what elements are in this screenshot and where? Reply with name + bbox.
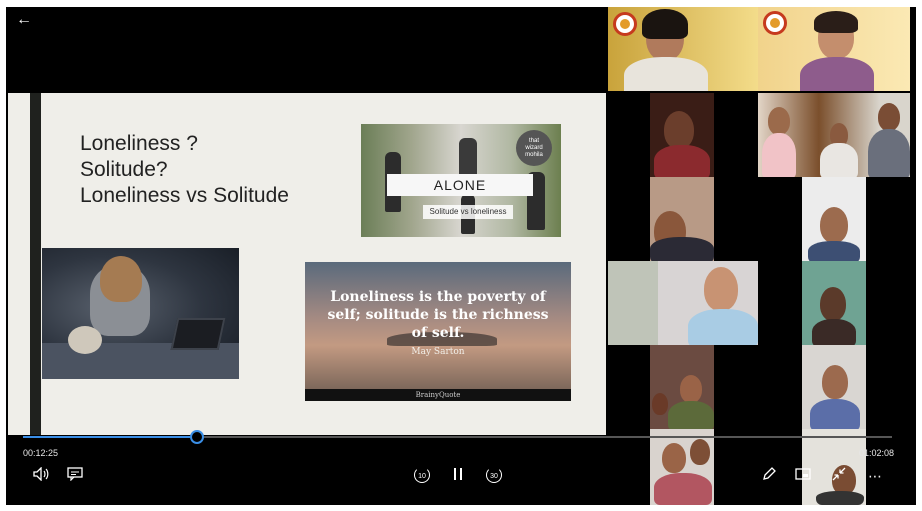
pause-icon [452, 468, 464, 484]
quote-author: May Sarton [411, 347, 465, 357]
more-button[interactable]: ⋯ [864, 466, 886, 486]
seek-bar[interactable] [23, 430, 892, 444]
logo-icon [613, 12, 637, 36]
participant-tile[interactable] [758, 93, 910, 177]
back-button[interactable]: ← [14, 10, 34, 30]
alone-collage-image: that wizard mohila ALONE Solitude vs lon… [361, 124, 561, 237]
exit-fullscreen-icon [831, 467, 847, 485]
alone-caption: ALONE [387, 174, 533, 196]
slide-accent-bar [30, 93, 41, 435]
quote-source: BrainyQuote [305, 389, 571, 401]
total-duration: 01:02:08 [858, 448, 894, 458]
participant-tile[interactable] [658, 261, 758, 345]
arrow-left-icon: ← [16, 11, 32, 28]
participant-tile[interactable] [650, 429, 714, 505]
participant-tile[interactable] [650, 345, 714, 429]
slide-title-line: Solitude? [80, 158, 168, 181]
seek-bar-thumb[interactable] [189, 430, 204, 444]
picture-in-picture-icon [795, 468, 811, 484]
slide-title-line: Loneliness ? [80, 132, 198, 155]
participant-tile[interactable] [802, 177, 866, 261]
participant-tile[interactable] [608, 261, 658, 345]
slide-title: Loneliness ? Solitude? Loneliness vs Sol… [80, 131, 289, 209]
quote-image: Loneliness is the poverty of self; solit… [305, 262, 571, 401]
video-player: ← Loneliness ? Solitude? Loneliness vs S… [6, 7, 916, 505]
skip-back-button[interactable]: 10 [412, 466, 432, 486]
volume-icon [33, 466, 49, 484]
seek-bar-progress [23, 436, 197, 438]
miniview-button[interactable] [792, 466, 814, 486]
quote-text: Loneliness is the poverty of self; solit… [327, 289, 549, 341]
participant-tile[interactable] [758, 7, 910, 91]
slide-title-line: Loneliness vs Solitude [80, 184, 289, 207]
edit-button[interactable] [758, 466, 780, 486]
presentation-slide: Loneliness ? Solitude? Loneliness vs Sol… [8, 93, 606, 435]
skip-back-seconds: 10 [418, 473, 426, 480]
participant-tile[interactable] [802, 261, 866, 345]
sad-girl-image [42, 248, 239, 379]
pencil-icon [761, 467, 777, 485]
elapsed-time: 00:12:25 [23, 448, 59, 458]
exit-fullscreen-button[interactable] [828, 466, 850, 486]
pause-button[interactable] [447, 466, 469, 486]
captions-button[interactable] [64, 466, 86, 486]
brand-badge: that wizard mohila [516, 130, 552, 166]
volume-button[interactable] [30, 466, 52, 486]
participant-tile[interactable] [650, 93, 714, 177]
solitude-caption: Solitude vs loneliness [423, 205, 513, 219]
participant-tile[interactable] [650, 177, 714, 261]
captions-icon [67, 467, 83, 484]
more-icon: ⋯ [868, 468, 882, 484]
skip-forward-button[interactable]: 30 [484, 466, 504, 486]
logo-icon [763, 11, 787, 35]
skip-forward-seconds: 30 [490, 473, 498, 480]
participant-tile[interactable] [802, 345, 866, 429]
participant-tile[interactable] [608, 7, 758, 91]
